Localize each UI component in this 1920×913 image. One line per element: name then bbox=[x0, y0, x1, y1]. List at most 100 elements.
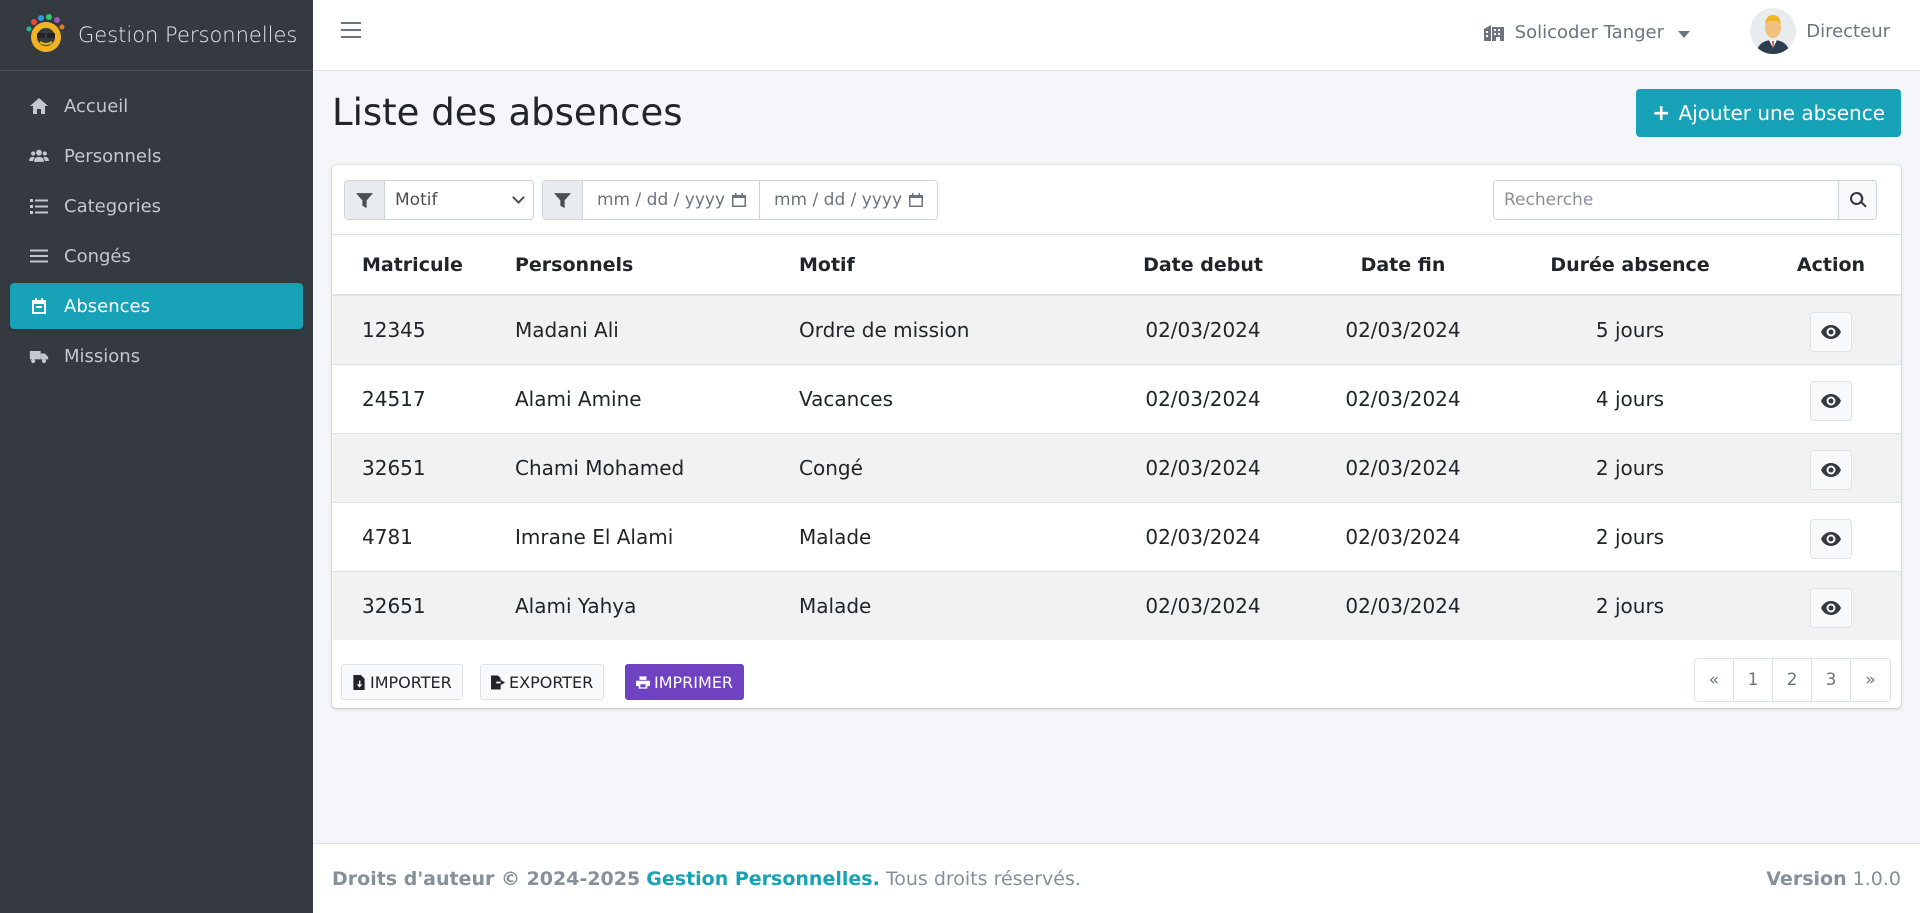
copyright-label: Droits d'auteur © 2024-2025 bbox=[332, 867, 641, 890]
search-icon bbox=[1849, 191, 1867, 208]
sidebar-item-label: Accueil bbox=[64, 95, 129, 117]
page-title: Liste des absences bbox=[332, 91, 683, 134]
caret-down-icon bbox=[1678, 31, 1690, 38]
cell-matricule: 4781 bbox=[332, 501, 515, 571]
table-row: 32651 Chami Mohamed Congé 02/03/2024 02/… bbox=[332, 432, 1901, 502]
col-date-debut[interactable]: Date debut bbox=[1099, 235, 1307, 296]
cell-motif: Malade bbox=[799, 501, 1099, 571]
brand-logo-icon bbox=[26, 14, 65, 52]
menu-toggle-icon[interactable] bbox=[341, 22, 361, 42]
brand-name: Gestion Personnelles bbox=[78, 23, 298, 47]
eye-icon bbox=[1821, 600, 1841, 615]
filter-icon bbox=[543, 181, 583, 219]
cell-action bbox=[1761, 294, 1901, 364]
cell-date-debut: 02/03/2024 bbox=[1099, 294, 1307, 364]
cell-personnel: Madani Ali bbox=[515, 294, 799, 364]
absences-table: Matricule Personnels Motif Date debut Da… bbox=[332, 235, 1901, 640]
file-export-icon bbox=[491, 675, 505, 689]
motif-select[interactable]: Motif bbox=[385, 181, 533, 219]
sidebar-item-conges[interactable]: Congés bbox=[10, 233, 303, 279]
sidebar-item-label: Absences bbox=[64, 295, 150, 317]
search-button[interactable] bbox=[1838, 181, 1876, 219]
page-2[interactable]: 2 bbox=[1773, 659, 1812, 701]
table-row: 24517 Alami Amine Vacances 02/03/2024 02… bbox=[332, 363, 1901, 433]
page-1[interactable]: 1 bbox=[1734, 659, 1773, 701]
date-end-placeholder: mm / dd / yyyy bbox=[774, 190, 903, 210]
card-footer: IMPORTER EXPORTER IMPRIMER « 1 2 3 » bbox=[332, 646, 1901, 708]
table-row: 32651 Alami Yahya Malade 02/03/2024 02/0… bbox=[332, 570, 1901, 640]
date-start-input[interactable]: mm / dd / yyyy bbox=[583, 181, 760, 219]
filter-icon bbox=[345, 181, 385, 219]
footer-brand-link[interactable]: Gestion Personnelles. bbox=[646, 868, 880, 890]
list-icon bbox=[28, 195, 50, 217]
cell-date-debut: 02/03/2024 bbox=[1099, 570, 1307, 640]
add-absence-label: Ajouter une absence bbox=[1678, 101, 1885, 125]
col-action: Action bbox=[1761, 235, 1901, 296]
view-button[interactable] bbox=[1810, 518, 1852, 559]
sidebar-item-accueil[interactable]: Accueil bbox=[10, 83, 303, 129]
brand[interactable]: Gestion Personnelles bbox=[0, 0, 313, 71]
view-button[interactable] bbox=[1810, 311, 1852, 352]
cell-personnel: Alami Yahya bbox=[515, 570, 799, 640]
view-button[interactable] bbox=[1810, 587, 1852, 628]
col-duree[interactable]: Durée absence bbox=[1499, 235, 1761, 296]
users-icon bbox=[28, 145, 50, 167]
cell-duree: 4 jours bbox=[1499, 363, 1761, 433]
date-end-input[interactable]: mm / dd / yyyy bbox=[760, 181, 937, 219]
rights-text: Tous droits réservés. bbox=[885, 867, 1081, 890]
search-input[interactable] bbox=[1494, 181, 1838, 219]
cell-date-debut: 02/03/2024 bbox=[1099, 501, 1307, 571]
import-label: IMPORTER bbox=[370, 672, 452, 692]
eye-icon bbox=[1821, 531, 1841, 546]
motif-select-value: Motif bbox=[395, 190, 438, 210]
view-button[interactable] bbox=[1810, 449, 1852, 490]
calendar-icon[interactable] bbox=[731, 192, 747, 208]
page-3[interactable]: 3 bbox=[1812, 659, 1851, 701]
calendar-icon[interactable] bbox=[908, 192, 924, 208]
eye-icon bbox=[1821, 324, 1841, 339]
col-personnels[interactable]: Personnels bbox=[515, 235, 799, 296]
date-start-placeholder: mm / dd / yyyy bbox=[597, 190, 726, 210]
eye-icon bbox=[1821, 462, 1841, 477]
absences-card: Motif mm / dd / yyyy mm / dd / yyyy Rech… bbox=[332, 165, 1901, 708]
cell-date-fin: 02/03/2024 bbox=[1307, 501, 1499, 571]
sidebar: Gestion Personnelles Accueil Personnels … bbox=[0, 0, 313, 913]
cell-motif: Vacances bbox=[799, 363, 1099, 433]
cell-matricule: 24517 bbox=[332, 363, 515, 433]
view-button[interactable] bbox=[1810, 380, 1852, 421]
sidebar-nav: Accueil Personnels Categories Congés Abs… bbox=[0, 71, 313, 379]
import-button[interactable]: IMPORTER bbox=[341, 664, 463, 700]
table-row: 4781 Imrane El Alami Malade 02/03/2024 0… bbox=[332, 501, 1901, 571]
user-menu[interactable]: Directeur bbox=[1750, 8, 1890, 54]
version-label: Version bbox=[1766, 867, 1847, 890]
sidebar-item-personnels[interactable]: Personnels bbox=[10, 133, 303, 179]
page-prev[interactable]: « bbox=[1695, 659, 1734, 701]
col-motif[interactable]: Motif bbox=[799, 235, 1099, 296]
cell-motif: Ordre de mission bbox=[799, 294, 1099, 364]
print-button[interactable]: IMPRIMER bbox=[625, 664, 745, 700]
cell-duree: 2 jours bbox=[1499, 501, 1761, 571]
col-matricule[interactable]: Matricule bbox=[332, 235, 515, 296]
sidebar-item-absences[interactable]: Absences bbox=[10, 283, 303, 329]
search-group bbox=[1493, 180, 1877, 220]
export-button[interactable]: EXPORTER bbox=[480, 664, 605, 700]
col-date-fin[interactable]: Date fin bbox=[1307, 235, 1499, 296]
cell-motif: Malade bbox=[799, 570, 1099, 640]
cell-action bbox=[1761, 363, 1901, 433]
sidebar-item-label: Missions bbox=[64, 345, 141, 367]
sidebar-item-label: Categories bbox=[64, 195, 162, 217]
cell-date-fin: 02/03/2024 bbox=[1307, 294, 1499, 364]
sidebar-item-categories[interactable]: Categories bbox=[10, 183, 303, 229]
sidebar-item-missions[interactable]: Missions bbox=[10, 333, 303, 379]
company-dropdown[interactable]: Solicoder Tanger bbox=[1483, 22, 1690, 43]
page-footer: Droits d'auteur © 2024-2025 Gestion Pers… bbox=[313, 843, 1920, 913]
page-next[interactable]: » bbox=[1851, 659, 1890, 701]
cell-personnel: Imrane El Alami bbox=[515, 501, 799, 571]
building-icon bbox=[1483, 24, 1504, 41]
filter-toolbar: Motif mm / dd / yyyy mm / dd / yyyy bbox=[332, 165, 1901, 235]
cell-duree: 2 jours bbox=[1499, 570, 1761, 640]
print-label: IMPRIMER bbox=[654, 672, 734, 692]
add-absence-button[interactable]: + Ajouter une absence bbox=[1636, 89, 1901, 137]
cell-personnel: Alami Amine bbox=[515, 363, 799, 433]
cell-date-debut: 02/03/2024 bbox=[1099, 432, 1307, 502]
